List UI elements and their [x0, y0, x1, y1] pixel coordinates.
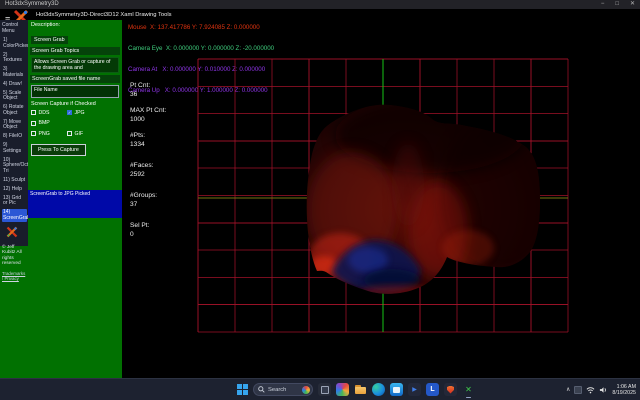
search-icon: [258, 386, 265, 393]
app-icon-colorful[interactable]: [336, 383, 349, 396]
search-box[interactable]: Search: [253, 383, 313, 396]
3d-model[interactable]: [307, 97, 560, 297]
edge-icon[interactable]: [372, 383, 385, 396]
task-view-icon[interactable]: [318, 383, 331, 396]
clock[interactable]: 1:06 AM 8/19/2025: [612, 384, 636, 396]
drawing-viewport[interactable]: [0, 0, 640, 400]
start-button-icon[interactable]: [237, 384, 248, 395]
volume-icon[interactable]: [599, 386, 608, 394]
security-shield-icon[interactable]: [444, 383, 457, 396]
search-highlights-icon: [302, 386, 310, 394]
taskbar: Search ∧ 1:06 AM 8/19/2025: [0, 378, 640, 400]
tray-app-icon[interactable]: [574, 386, 582, 394]
media-app-icon[interactable]: [408, 383, 421, 396]
l-app-icon[interactable]: [426, 383, 439, 396]
wifi-icon[interactable]: [586, 386, 595, 394]
tray-expand-icon[interactable]: ∧: [566, 386, 570, 393]
hot3dx-app-icon[interactable]: [462, 383, 475, 396]
store-icon[interactable]: [390, 383, 403, 396]
file-explorer-icon[interactable]: [354, 383, 367, 396]
search-label: Search: [268, 387, 286, 393]
active-app-indicator: [466, 397, 471, 399]
app-window: Hot3dxSymmetry3D − □ ✕ ≡ Hot3dxSymmetry3…: [0, 0, 640, 400]
clock-date: 8/19/2025: [612, 390, 636, 396]
